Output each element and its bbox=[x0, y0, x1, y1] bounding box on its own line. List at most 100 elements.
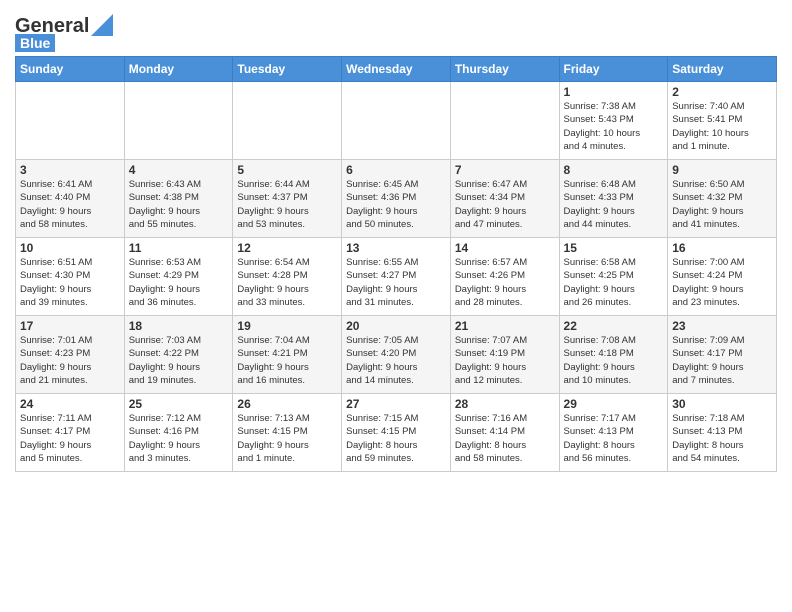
day-number: 10 bbox=[20, 241, 120, 255]
day-info: Sunrise: 6:55 AM Sunset: 4:27 PM Dayligh… bbox=[346, 256, 446, 309]
day-number: 24 bbox=[20, 397, 120, 411]
day-info: Sunrise: 7:12 AM Sunset: 4:16 PM Dayligh… bbox=[129, 412, 229, 465]
day-info: Sunrise: 6:57 AM Sunset: 4:26 PM Dayligh… bbox=[455, 256, 555, 309]
day-cell: 22Sunrise: 7:08 AM Sunset: 4:18 PM Dayli… bbox=[559, 316, 668, 394]
day-info: Sunrise: 6:45 AM Sunset: 4:36 PM Dayligh… bbox=[346, 178, 446, 231]
day-cell: 19Sunrise: 7:04 AM Sunset: 4:21 PM Dayli… bbox=[233, 316, 342, 394]
logo: General Blue bbox=[15, 14, 113, 52]
day-number: 30 bbox=[672, 397, 772, 411]
header-day-saturday: Saturday bbox=[668, 57, 777, 82]
day-cell bbox=[124, 82, 233, 160]
week-row-5: 24Sunrise: 7:11 AM Sunset: 4:17 PM Dayli… bbox=[16, 394, 777, 472]
day-cell bbox=[342, 82, 451, 160]
day-number: 2 bbox=[672, 85, 772, 99]
header-row: SundayMondayTuesdayWednesdayThursdayFrid… bbox=[16, 57, 777, 82]
day-cell: 16Sunrise: 7:00 AM Sunset: 4:24 PM Dayli… bbox=[668, 238, 777, 316]
day-info: Sunrise: 6:41 AM Sunset: 4:40 PM Dayligh… bbox=[20, 178, 120, 231]
day-number: 23 bbox=[672, 319, 772, 333]
day-info: Sunrise: 7:18 AM Sunset: 4:13 PM Dayligh… bbox=[672, 412, 772, 465]
day-cell: 25Sunrise: 7:12 AM Sunset: 4:16 PM Dayli… bbox=[124, 394, 233, 472]
day-number: 8 bbox=[564, 163, 664, 177]
day-info: Sunrise: 7:05 AM Sunset: 4:20 PM Dayligh… bbox=[346, 334, 446, 387]
day-info: Sunrise: 6:47 AM Sunset: 4:34 PM Dayligh… bbox=[455, 178, 555, 231]
day-cell: 3Sunrise: 6:41 AM Sunset: 4:40 PM Daylig… bbox=[16, 160, 125, 238]
day-info: Sunrise: 6:50 AM Sunset: 4:32 PM Dayligh… bbox=[672, 178, 772, 231]
day-number: 20 bbox=[346, 319, 446, 333]
day-info: Sunrise: 6:44 AM Sunset: 4:37 PM Dayligh… bbox=[237, 178, 337, 231]
day-cell: 13Sunrise: 6:55 AM Sunset: 4:27 PM Dayli… bbox=[342, 238, 451, 316]
day-number: 9 bbox=[672, 163, 772, 177]
header: General Blue bbox=[15, 10, 777, 52]
day-number: 16 bbox=[672, 241, 772, 255]
day-cell: 12Sunrise: 6:54 AM Sunset: 4:28 PM Dayli… bbox=[233, 238, 342, 316]
day-cell bbox=[16, 82, 125, 160]
header-day-tuesday: Tuesday bbox=[233, 57, 342, 82]
day-cell: 14Sunrise: 6:57 AM Sunset: 4:26 PM Dayli… bbox=[450, 238, 559, 316]
day-number: 14 bbox=[455, 241, 555, 255]
day-number: 29 bbox=[564, 397, 664, 411]
day-number: 3 bbox=[20, 163, 120, 177]
day-cell bbox=[233, 82, 342, 160]
day-info: Sunrise: 7:11 AM Sunset: 4:17 PM Dayligh… bbox=[20, 412, 120, 465]
day-info: Sunrise: 7:03 AM Sunset: 4:22 PM Dayligh… bbox=[129, 334, 229, 387]
logo-icon bbox=[91, 14, 113, 36]
header-day-friday: Friday bbox=[559, 57, 668, 82]
day-number: 27 bbox=[346, 397, 446, 411]
day-info: Sunrise: 7:40 AM Sunset: 5:41 PM Dayligh… bbox=[672, 100, 772, 153]
day-cell: 18Sunrise: 7:03 AM Sunset: 4:22 PM Dayli… bbox=[124, 316, 233, 394]
week-row-1: 1Sunrise: 7:38 AM Sunset: 5:43 PM Daylig… bbox=[16, 82, 777, 160]
day-number: 11 bbox=[129, 241, 229, 255]
day-info: Sunrise: 7:15 AM Sunset: 4:15 PM Dayligh… bbox=[346, 412, 446, 465]
calendar-table: SundayMondayTuesdayWednesdayThursdayFrid… bbox=[15, 56, 777, 472]
day-number: 12 bbox=[237, 241, 337, 255]
week-row-4: 17Sunrise: 7:01 AM Sunset: 4:23 PM Dayli… bbox=[16, 316, 777, 394]
day-cell: 27Sunrise: 7:15 AM Sunset: 4:15 PM Dayli… bbox=[342, 394, 451, 472]
header-day-sunday: Sunday bbox=[16, 57, 125, 82]
day-cell: 21Sunrise: 7:07 AM Sunset: 4:19 PM Dayli… bbox=[450, 316, 559, 394]
day-cell: 2Sunrise: 7:40 AM Sunset: 5:41 PM Daylig… bbox=[668, 82, 777, 160]
day-number: 17 bbox=[20, 319, 120, 333]
day-info: Sunrise: 7:04 AM Sunset: 4:21 PM Dayligh… bbox=[237, 334, 337, 387]
day-cell: 4Sunrise: 6:43 AM Sunset: 4:38 PM Daylig… bbox=[124, 160, 233, 238]
day-cell: 1Sunrise: 7:38 AM Sunset: 5:43 PM Daylig… bbox=[559, 82, 668, 160]
day-number: 19 bbox=[237, 319, 337, 333]
day-cell: 23Sunrise: 7:09 AM Sunset: 4:17 PM Dayli… bbox=[668, 316, 777, 394]
day-number: 26 bbox=[237, 397, 337, 411]
day-info: Sunrise: 7:01 AM Sunset: 4:23 PM Dayligh… bbox=[20, 334, 120, 387]
week-row-2: 3Sunrise: 6:41 AM Sunset: 4:40 PM Daylig… bbox=[16, 160, 777, 238]
day-number: 13 bbox=[346, 241, 446, 255]
day-cell: 5Sunrise: 6:44 AM Sunset: 4:37 PM Daylig… bbox=[233, 160, 342, 238]
day-number: 4 bbox=[129, 163, 229, 177]
day-number: 7 bbox=[455, 163, 555, 177]
day-number: 21 bbox=[455, 319, 555, 333]
day-info: Sunrise: 6:53 AM Sunset: 4:29 PM Dayligh… bbox=[129, 256, 229, 309]
day-info: Sunrise: 6:48 AM Sunset: 4:33 PM Dayligh… bbox=[564, 178, 664, 231]
logo-blue: Blue bbox=[15, 34, 55, 52]
day-info: Sunrise: 7:38 AM Sunset: 5:43 PM Dayligh… bbox=[564, 100, 664, 153]
day-info: Sunrise: 7:16 AM Sunset: 4:14 PM Dayligh… bbox=[455, 412, 555, 465]
day-number: 15 bbox=[564, 241, 664, 255]
day-cell: 7Sunrise: 6:47 AM Sunset: 4:34 PM Daylig… bbox=[450, 160, 559, 238]
day-info: Sunrise: 6:51 AM Sunset: 4:30 PM Dayligh… bbox=[20, 256, 120, 309]
day-number: 28 bbox=[455, 397, 555, 411]
day-number: 1 bbox=[564, 85, 664, 99]
day-info: Sunrise: 6:58 AM Sunset: 4:25 PM Dayligh… bbox=[564, 256, 664, 309]
day-info: Sunrise: 7:13 AM Sunset: 4:15 PM Dayligh… bbox=[237, 412, 337, 465]
header-day-thursday: Thursday bbox=[450, 57, 559, 82]
day-cell: 24Sunrise: 7:11 AM Sunset: 4:17 PM Dayli… bbox=[16, 394, 125, 472]
week-row-3: 10Sunrise: 6:51 AM Sunset: 4:30 PM Dayli… bbox=[16, 238, 777, 316]
day-number: 25 bbox=[129, 397, 229, 411]
day-cell: 28Sunrise: 7:16 AM Sunset: 4:14 PM Dayli… bbox=[450, 394, 559, 472]
day-cell: 26Sunrise: 7:13 AM Sunset: 4:15 PM Dayli… bbox=[233, 394, 342, 472]
day-cell: 29Sunrise: 7:17 AM Sunset: 4:13 PM Dayli… bbox=[559, 394, 668, 472]
day-info: Sunrise: 6:54 AM Sunset: 4:28 PM Dayligh… bbox=[237, 256, 337, 309]
day-info: Sunrise: 7:09 AM Sunset: 4:17 PM Dayligh… bbox=[672, 334, 772, 387]
day-cell bbox=[450, 82, 559, 160]
day-cell: 10Sunrise: 6:51 AM Sunset: 4:30 PM Dayli… bbox=[16, 238, 125, 316]
day-info: Sunrise: 7:08 AM Sunset: 4:18 PM Dayligh… bbox=[564, 334, 664, 387]
day-info: Sunrise: 7:17 AM Sunset: 4:13 PM Dayligh… bbox=[564, 412, 664, 465]
day-cell: 30Sunrise: 7:18 AM Sunset: 4:13 PM Dayli… bbox=[668, 394, 777, 472]
day-number: 22 bbox=[564, 319, 664, 333]
day-info: Sunrise: 7:00 AM Sunset: 4:24 PM Dayligh… bbox=[672, 256, 772, 309]
day-info: Sunrise: 7:07 AM Sunset: 4:19 PM Dayligh… bbox=[455, 334, 555, 387]
